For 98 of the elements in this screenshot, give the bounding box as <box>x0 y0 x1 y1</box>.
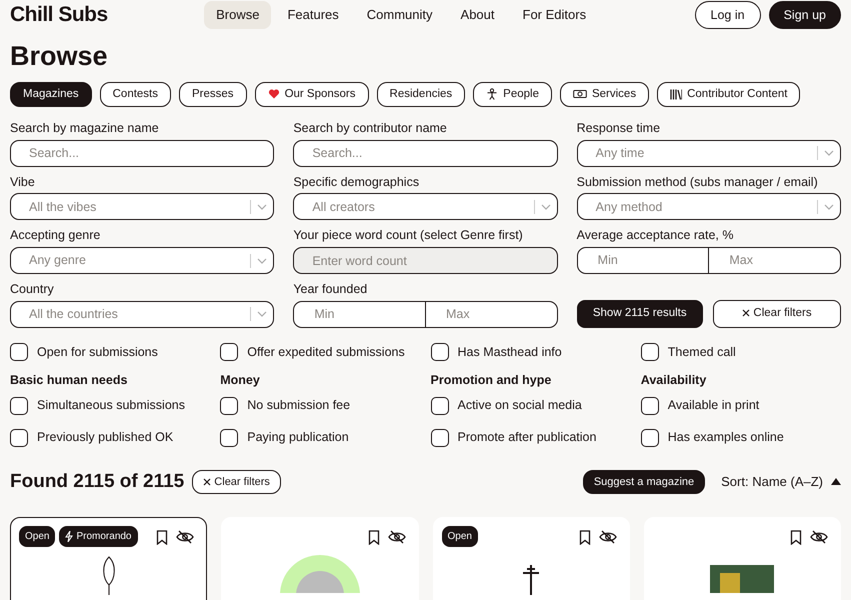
category-tab[interactable]: Residencies <box>376 82 466 107</box>
bookmark-icon[interactable] <box>578 530 591 546</box>
results-count: Found 2115 of 2115 <box>10 470 184 494</box>
lightning-icon <box>65 531 74 542</box>
brand-logo[interactable]: Chill Subs <box>10 0 108 31</box>
checkbox-label: Paying publication <box>247 429 349 446</box>
group-title: Availability <box>640 372 706 389</box>
close-icon <box>203 478 212 486</box>
nav-link[interactable]: Browse <box>204 1 272 29</box>
chevron-down-icon <box>257 204 268 210</box>
suggest-button[interactable]: Suggest a magazine <box>582 470 706 494</box>
status-badge: Open <box>442 526 478 548</box>
checkbox[interactable] <box>430 342 448 361</box>
nav-link[interactable]: For Editors <box>510 1 598 29</box>
dropdown-field[interactable]: Any genre <box>10 247 274 274</box>
checkbox[interactable] <box>640 342 659 361</box>
category-tab[interactable]: Contributor Content <box>657 82 800 107</box>
show-results-button[interactable]: Show 2115 results <box>576 300 703 328</box>
page-title: Browse <box>10 42 109 72</box>
filter-label: Search by magazine name <box>10 120 160 137</box>
checkbox[interactable] <box>220 396 238 415</box>
login-button[interactable]: Log in <box>694 0 761 30</box>
chevron-down-icon <box>824 150 834 156</box>
filter-label: Specific demographics <box>293 174 420 191</box>
group-title: Money <box>220 372 260 389</box>
filter-label: Year founded <box>293 281 368 298</box>
filter-label: Search by contributor name <box>293 120 448 137</box>
checkbox[interactable] <box>220 342 238 361</box>
magazine-card[interactable]: Open Promorando <box>10 517 208 600</box>
checkbox[interactable] <box>10 428 28 447</box>
group-title: Basic human needs <box>10 372 128 389</box>
checkbox-label: Available in print <box>668 397 760 414</box>
checkbox[interactable] <box>640 428 659 447</box>
nav-link[interactable]: About <box>448 1 507 29</box>
nav-link[interactable]: Features <box>275 1 351 29</box>
checkbox[interactable] <box>10 396 28 415</box>
dropdown-field[interactable]: All the vibes <box>10 193 274 220</box>
filter-label: Average acceptance rate, % <box>576 227 734 244</box>
signup-button[interactable]: Sign up <box>768 0 841 30</box>
chevron-down-icon <box>257 258 268 264</box>
clear-filters-button[interactable]: Clear filters <box>712 300 841 328</box>
category-tab[interactable]: Contests <box>100 82 172 107</box>
checkbox-label: Has Masthead info <box>458 344 562 361</box>
checkbox-label: Themed call <box>668 344 736 361</box>
filter-label: Response time <box>576 120 662 137</box>
filter-label: Vibe <box>10 174 36 191</box>
filter-label: Submission method (subs manager / email) <box>576 174 819 191</box>
person-icon <box>486 88 498 100</box>
clear-filters-button[interactable]: Clear filters <box>192 470 281 494</box>
checkbox-label: Offer expedited submissions <box>247 344 405 361</box>
nav-link[interactable]: Community <box>354 1 445 29</box>
checkbox[interactable] <box>10 342 28 361</box>
magazine-card[interactable]: Open <box>432 517 630 600</box>
status-badge: Promorando <box>59 526 138 548</box>
checkbox-label: Simultaneous submissions <box>37 397 185 414</box>
checkbox-label: Active on social media <box>458 397 582 414</box>
books-icon <box>670 88 682 100</box>
category-tab[interactable]: Presses <box>179 82 247 107</box>
checkbox-label: Previously published OK <box>37 429 174 446</box>
checkbox-label: No submission fee <box>247 397 350 414</box>
eye-off-icon[interactable] <box>810 530 828 544</box>
caret-up-icon <box>831 478 841 486</box>
search-field[interactable]: Search... <box>10 140 274 167</box>
category-tab[interactable]: People <box>473 82 552 107</box>
eye-off-icon[interactable] <box>176 530 194 544</box>
bookmark-icon[interactable] <box>156 530 168 546</box>
eye-off-icon[interactable] <box>598 530 617 544</box>
eye-off-icon[interactable] <box>388 530 406 544</box>
status-badge: Open <box>19 526 56 548</box>
banknote-icon <box>572 88 587 100</box>
checkbox[interactable] <box>640 396 659 415</box>
chevron-down-icon <box>257 311 268 318</box>
checkbox-label: Promote after publication <box>458 429 596 446</box>
group-title: Promotion and hype <box>430 372 552 389</box>
filter-label: Your piece word count (select Genre first) <box>293 227 524 244</box>
category-tab[interactable]: Magazines <box>10 82 92 107</box>
checkbox[interactable] <box>430 428 448 447</box>
chevron-down-icon <box>540 204 551 210</box>
filter-label: Accepting genre <box>10 227 102 244</box>
checkbox[interactable] <box>220 428 238 447</box>
circle-logo-icon <box>278 553 362 594</box>
checkbox[interactable] <box>430 396 448 415</box>
sort-dropdown[interactable]: Sort: Name (A–Z) <box>721 472 841 492</box>
dropdown-field[interactable]: All the countries <box>10 300 274 328</box>
dropdown-field[interactable]: Any time <box>576 140 841 167</box>
category-tab[interactable]: Our Sponsors <box>254 82 369 107</box>
filter-label: Country <box>10 281 55 298</box>
checkbox-label: Has examples online <box>668 429 784 446</box>
close-icon <box>742 309 750 318</box>
chevron-down-icon <box>824 204 834 210</box>
bookmark-icon[interactable] <box>368 530 380 546</box>
bookmark-icon[interactable] <box>790 530 802 546</box>
checkbox-label: Open for submissions <box>37 344 158 361</box>
dropdown-field[interactable]: All creators <box>293 193 558 220</box>
category-tab[interactable]: Services <box>560 82 650 107</box>
search-field[interactable]: Search... <box>293 140 558 167</box>
heart-icon <box>268 88 280 100</box>
dropdown-field[interactable]: Any method <box>576 193 841 220</box>
